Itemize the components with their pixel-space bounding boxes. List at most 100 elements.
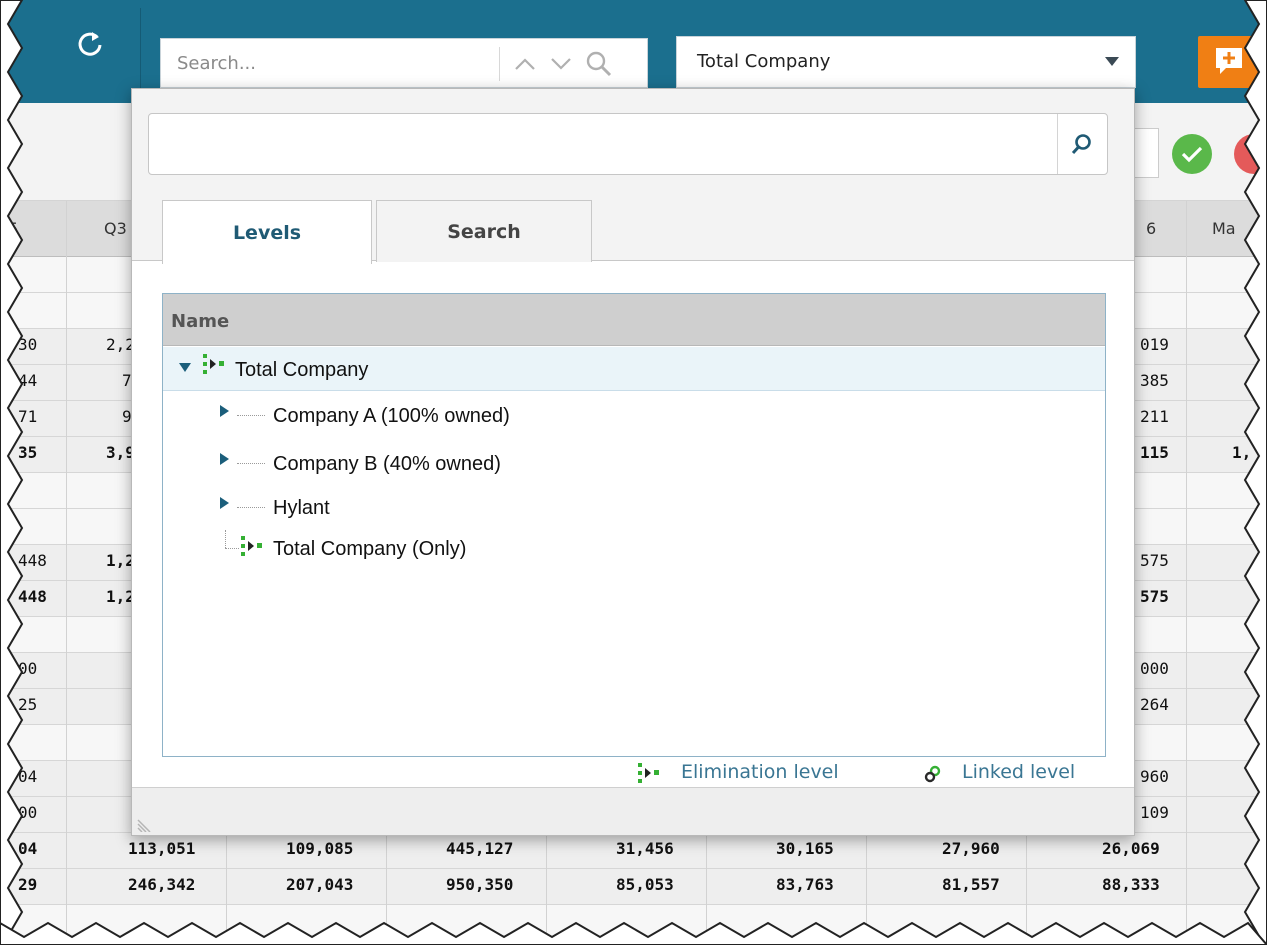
grid-cell: 448 — [18, 551, 47, 570]
caret-down-icon — [1105, 57, 1119, 66]
tree-node-label: Total Company — [235, 359, 369, 381]
tree-connector — [237, 463, 265, 464]
grid-cell: 264 — [1140, 695, 1169, 714]
grid-cell: 385 — [1140, 371, 1169, 390]
company-picker-popup: Levels Search Name Total Company Company… — [131, 88, 1135, 836]
tab-search[interactable]: Search — [376, 200, 592, 262]
grid-header-cell: Ma — [1212, 219, 1236, 238]
grid-cell: 00 — [18, 803, 38, 822]
tree-node-total-company[interactable]: Total Company — [163, 347, 1105, 391]
table-row — [0, 905, 1267, 941]
grid-cell: 115 — [1140, 443, 1169, 462]
toolbar-field-partial — [1135, 128, 1159, 178]
check-icon — [1181, 146, 1203, 163]
grid-cell: 445,127 — [446, 839, 514, 858]
add-comment-button[interactable] — [1198, 36, 1258, 88]
grid-cell: 30 — [18, 335, 38, 354]
grid-cell: 27,960 — [942, 839, 1000, 858]
grid-cell: 25 — [18, 695, 38, 714]
tree-node-label: Hylant — [273, 497, 330, 519]
tree-connector — [237, 415, 265, 416]
grid-cell: 1, — [1232, 443, 1252, 462]
grid-header-cell: 5 — [8, 219, 19, 238]
tree-legend: Elimination level Linked level — [132, 757, 1134, 787]
grid-cell: 019 — [1140, 335, 1169, 354]
grid-cell: 44 — [18, 371, 38, 390]
grid-cell: 88,333 — [1102, 875, 1160, 894]
grid-cell: 000 — [1140, 659, 1169, 678]
collapse-arrow-icon[interactable] — [179, 363, 191, 372]
tree-node-label: Company A (100% owned) — [273, 405, 510, 427]
grid-cell: 85,053 — [616, 875, 674, 894]
search-next-button[interactable] — [543, 45, 579, 83]
tree-node-company-a[interactable]: Company A (100% owned) — [163, 391, 1105, 435]
grid-cell: 575 — [1140, 587, 1169, 606]
company-dropdown-value: Total Company — [697, 51, 831, 72]
levels-tree: Name Total Company Company A (100% owned… — [162, 293, 1106, 757]
tree-header: Name — [163, 294, 1105, 346]
grid-cell: 575 — [1140, 551, 1169, 570]
link-icon — [924, 765, 941, 783]
expand-arrow-icon[interactable] — [220, 497, 229, 509]
tree-connector — [225, 548, 239, 549]
popup-footer — [132, 787, 1134, 835]
search-separator — [499, 47, 500, 81]
chevron-up-icon — [515, 58, 535, 70]
tree-node-label: Company B (40% owned) — [273, 453, 501, 475]
topbar-divider — [140, 8, 141, 100]
grid-cell: 960 — [1140, 767, 1169, 786]
grid-cell: 30,165 — [776, 839, 834, 858]
refresh-icon — [78, 32, 102, 56]
member-search-button[interactable] — [1059, 124, 1105, 164]
grid-cell: 26,069 — [1102, 839, 1160, 858]
grid-cell: 109,085 — [286, 839, 354, 858]
elimination-level-icon — [638, 763, 659, 783]
grid-cell: 211 — [1140, 407, 1169, 426]
tree-connector — [225, 530, 226, 548]
grid-cell: 71 — [18, 407, 38, 426]
search-input[interactable] — [161, 39, 497, 87]
grid-cell: 109 — [1140, 803, 1169, 822]
chevron-down-icon — [551, 58, 571, 70]
tab-search-label: Search — [447, 220, 521, 243]
tree-header-name: Name — [171, 311, 230, 332]
grid-column-line — [66, 201, 67, 945]
company-dropdown[interactable]: Total Company — [676, 36, 1136, 88]
confirm-button[interactable] — [1172, 134, 1212, 174]
member-search-box — [148, 113, 1108, 175]
app-window: Total Company 5 Q3 6 Ma — [0, 0, 1267, 945]
tree-node-total-company-only[interactable]: Total Company (Only) — [163, 530, 1105, 574]
expand-arrow-icon[interactable] — [220, 453, 229, 465]
resize-grip-icon[interactable] — [136, 812, 156, 832]
grid-cell: 246,342 — [128, 875, 196, 894]
grid-header-cell: Q3 — [104, 219, 127, 238]
search-prev-button[interactable] — [507, 45, 543, 83]
tree-node-label: Total Company (Only) — [273, 538, 467, 560]
elimination-level-icon — [241, 536, 262, 556]
search-icon — [586, 51, 612, 77]
member-search-separator — [1057, 114, 1058, 174]
member-search-input[interactable] — [149, 114, 1057, 174]
legend-linked-label: Linked level — [962, 761, 1076, 783]
tab-levels[interactable]: Levels — [162, 200, 372, 264]
tab-levels-label: Levels — [232, 221, 302, 244]
global-search — [160, 38, 648, 88]
search-icon — [1071, 134, 1091, 155]
grid-cell: 29 — [18, 875, 38, 894]
grid-cell: 31,456 — [616, 839, 674, 858]
grid-cell: 00 — [18, 659, 38, 678]
grid-cell: 448 — [18, 587, 47, 606]
tree-node-hylant[interactable]: Hylant — [163, 485, 1105, 529]
search-go-button[interactable] — [581, 45, 617, 83]
grid-cell: 83,763 — [776, 875, 834, 894]
grid-cell: 113,051 — [128, 839, 196, 858]
refresh-button[interactable] — [68, 22, 112, 66]
expand-arrow-icon[interactable] — [220, 405, 229, 417]
grid-cell: 04 — [18, 767, 38, 786]
grid-header-cell: 6 — [1146, 219, 1157, 238]
tree-node-company-b[interactable]: Company B (40% owned) — [163, 439, 1105, 483]
grid-cell: 950,350 — [446, 875, 514, 894]
grid-column-line — [1186, 201, 1187, 945]
cancel-button[interactable] — [1234, 134, 1267, 174]
legend-elimination-label: Elimination level — [681, 761, 839, 783]
